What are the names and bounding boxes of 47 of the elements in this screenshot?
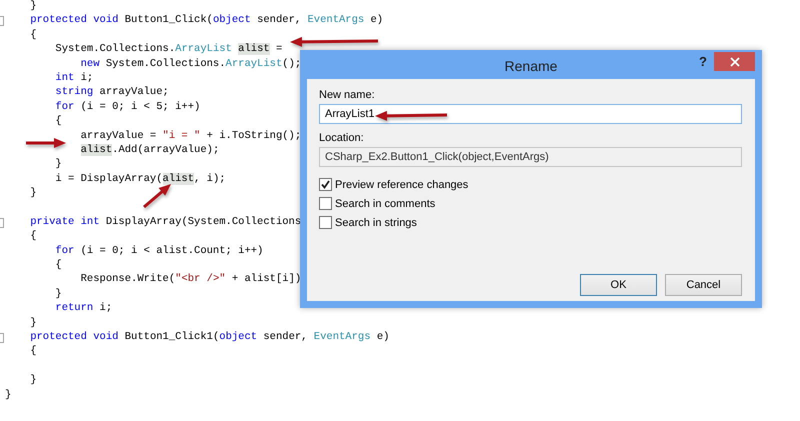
- code-line: {: [29, 344, 37, 359]
- fold-marker[interactable]: [0, 218, 4, 228]
- code-line: Response.Write("<br />" + alist[i]): [80, 272, 302, 287]
- field-label: Location:: [319, 132, 364, 144]
- code-line: }: [29, 0, 37, 14]
- code-line: {: [29, 229, 37, 244]
- code-line: }: [29, 373, 37, 388]
- code-line: System.Collections.ArrayList alist =: [54, 42, 282, 57]
- code-line: {: [54, 258, 62, 272]
- field-label: New name:: [319, 89, 375, 101]
- code-line: }: [29, 186, 37, 200]
- name-field[interactable]: ArrayList1: [319, 104, 742, 124]
- checkbox[interactable]: [319, 216, 332, 229]
- window-title: Rename: [504, 58, 558, 74]
- code-line: new System.Collections.ArrayList();: [80, 56, 302, 71]
- code-line: private int DisplayArray(System.Collections: [29, 214, 302, 230]
- pointer-arrow: [143, 184, 171, 208]
- code-line: protected void Button1_Click1(object sender, EventArgs e): [29, 330, 390, 344]
- code-line: }: [54, 157, 62, 172]
- help-button[interactable]: ?: [699, 54, 707, 69]
- code-line: return i;: [54, 301, 112, 316]
- close-icon: [730, 56, 740, 66]
- checkbox-label[interactable]: Preview reference changes: [335, 178, 468, 190]
- code-line: alist.Add(arrayValue);: [80, 142, 220, 158]
- code-line: protected void Button1_Click(object sender, EventArgs e): [29, 13, 384, 28]
- location-field[interactable]: CSharp_Ex2.Button1_Click(object,EventArgs): [319, 147, 742, 167]
- fold-marker[interactable]: [0, 16, 4, 26]
- fold-marker[interactable]: [0, 332, 4, 343]
- code-line: {: [54, 114, 62, 129]
- ok-button[interactable]: OK: [580, 274, 657, 296]
- pointer-arrow: [26, 138, 66, 148]
- cancel-button[interactable]: Cancel: [665, 274, 742, 296]
- close-button[interactable]: [714, 52, 755, 71]
- code-line: for (i = 0; i < alist.Count; i++): [54, 244, 264, 258]
- code-line: string arrayValue;: [54, 85, 169, 100]
- code-line: {: [29, 28, 37, 42]
- code-line: arrayValue = "i = " + i.ToString();: [80, 128, 302, 143]
- checkbox-label[interactable]: Search in comments: [335, 198, 436, 210]
- code-line: int i;: [54, 70, 94, 86]
- checkbox[interactable]: [319, 197, 332, 210]
- code-line: i = DisplayArray(alist, i);: [54, 172, 226, 186]
- checkbox[interactable]: [319, 178, 332, 191]
- code-line: }: [54, 286, 62, 302]
- code-line: }: [29, 316, 37, 330]
- checkbox-label[interactable]: Search in strings: [335, 216, 417, 228]
- code-line: for (i = 0; i < 5; i++): [54, 100, 200, 114]
- code-line: }: [5, 388, 12, 402]
